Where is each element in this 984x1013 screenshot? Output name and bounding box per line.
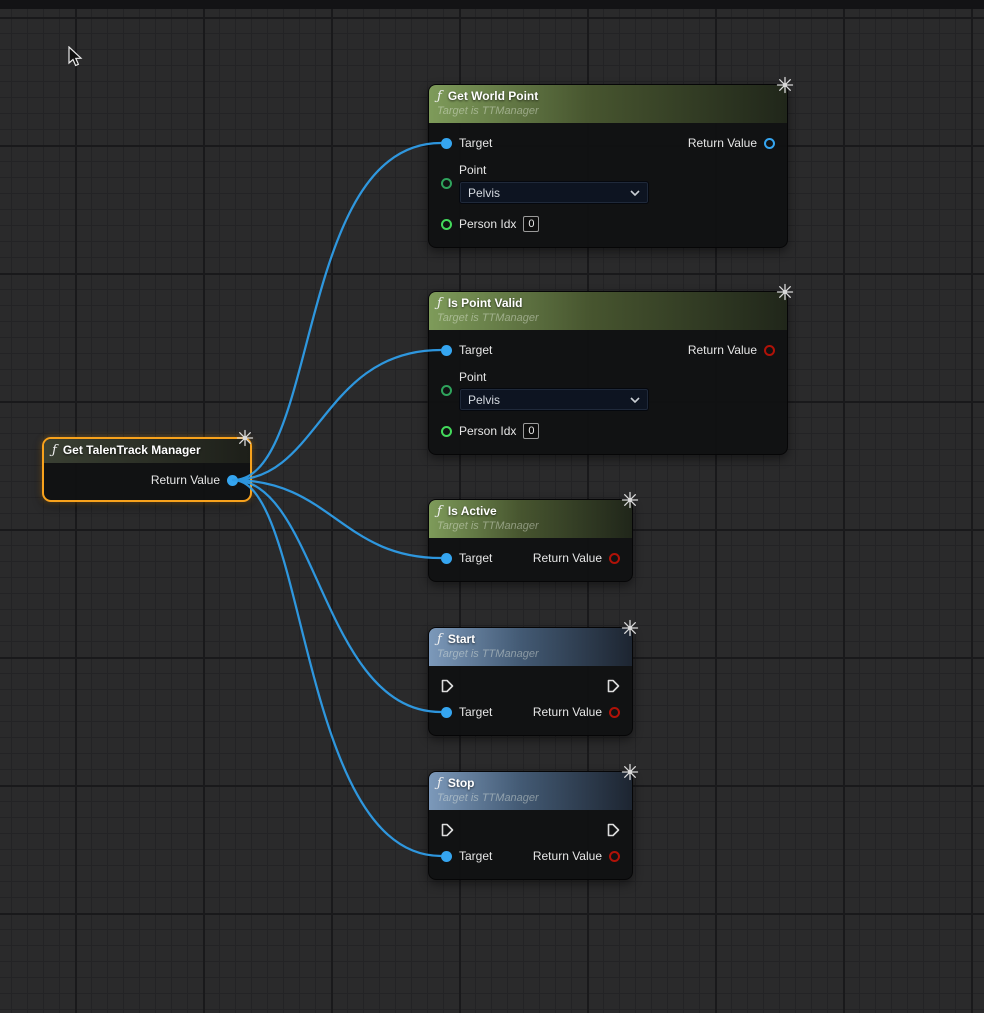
pin-row: Target Return Value	[429, 545, 632, 572]
node-title: Stop	[448, 776, 475, 791]
node-get-world-point[interactable]: ƒ Get World Point Target is TTManager Ta…	[428, 84, 788, 248]
return-value-pin-label: Return Value	[688, 343, 757, 358]
node-header[interactable]: ƒ Is Active Target is TTManager	[429, 500, 632, 538]
node-title: Get World Point	[448, 89, 538, 104]
pin-row: Target Return Value	[429, 130, 787, 157]
point-enum-dropdown[interactable]: Pelvis	[459, 181, 649, 204]
return-value-pin-label: Return Value	[533, 551, 602, 566]
node-header[interactable]: ƒ Stop Target is TTManager	[429, 772, 632, 810]
point-enum-value: Pelvis	[468, 393, 500, 407]
function-icon: ƒ	[437, 296, 442, 311]
node-subtitle: Target is TTManager	[437, 647, 624, 661]
pin-row: Target Return Value	[429, 337, 787, 364]
chevron-down-icon	[630, 397, 640, 403]
node-header[interactable]: ƒ Get World Point Target is TTManager	[429, 85, 787, 123]
target-input-pin[interactable]	[441, 553, 452, 564]
viewport-top-edge	[0, 0, 984, 9]
exec-row	[429, 817, 632, 843]
node-get-talentrack-manager[interactable]: ƒ Get TalenTrack Manager Return Value	[42, 437, 252, 502]
target-input-pin[interactable]	[441, 707, 452, 718]
node-subtitle: Target is TTManager	[437, 519, 624, 533]
exec-input-pin[interactable]	[441, 823, 454, 837]
pin-row: Person Idx 0	[429, 417, 787, 445]
return-value-pin-label: Return Value	[688, 136, 757, 151]
target-pin-label: Target	[459, 343, 492, 358]
person-idx-input[interactable]: 0	[523, 216, 539, 232]
point-input-pin[interactable]	[441, 178, 452, 189]
wire-manager-to-is-active[interactable]	[233, 480, 441, 558]
pin-row: Target Return Value	[429, 699, 632, 726]
point-pin-label: Point	[459, 163, 649, 178]
target-pin-label: Target	[459, 705, 492, 720]
node-badge-icon	[776, 283, 794, 301]
node-badge-icon	[776, 76, 794, 94]
node-is-active[interactable]: ƒ Is Active Target is TTManager Target R…	[428, 499, 633, 582]
person-idx-input-pin[interactable]	[441, 219, 452, 230]
node-header[interactable]: ƒ Start Target is TTManager	[429, 628, 632, 666]
target-input-pin[interactable]	[441, 138, 452, 149]
function-icon: ƒ	[52, 443, 57, 458]
return-value-output-pin[interactable]	[227, 475, 238, 486]
node-badge-icon	[236, 429, 254, 447]
node-subtitle: Target is TTManager	[437, 104, 779, 118]
pin-row: Return Value	[44, 467, 250, 494]
function-icon: ƒ	[437, 776, 442, 791]
exec-output-pin[interactable]	[607, 679, 620, 693]
exec-input-pin[interactable]	[441, 679, 454, 693]
chevron-down-icon	[630, 190, 640, 196]
function-icon: ƒ	[437, 89, 442, 104]
blueprint-graph-canvas[interactable]: ƒ Get World Point Target is TTManager Ta…	[0, 0, 984, 1013]
node-subtitle: Target is TTManager	[437, 311, 779, 325]
target-input-pin[interactable]	[441, 345, 452, 356]
wire-manager-to-is-point-valid[interactable]	[233, 350, 441, 480]
point-input-pin[interactable]	[441, 385, 452, 396]
target-pin-label: Target	[459, 136, 492, 151]
point-enum-dropdown[interactable]: Pelvis	[459, 388, 649, 411]
node-badge-icon	[621, 619, 639, 637]
point-enum-value: Pelvis	[468, 186, 500, 200]
exec-row	[429, 673, 632, 699]
function-icon: ƒ	[437, 504, 442, 519]
node-title: Is Active	[448, 504, 497, 519]
person-idx-pin-label: Person Idx	[459, 424, 516, 439]
return-value-output-pin[interactable]	[609, 851, 620, 862]
wire-manager-to-start[interactable]	[233, 480, 441, 712]
return-value-output-pin[interactable]	[609, 553, 620, 564]
person-idx-input-pin[interactable]	[441, 426, 452, 437]
person-idx-input[interactable]: 0	[523, 423, 539, 439]
node-is-point-valid[interactable]: ƒ Is Point Valid Target is TTManager Tar…	[428, 291, 788, 455]
node-title: Start	[448, 632, 475, 647]
return-value-output-pin[interactable]	[764, 345, 775, 356]
return-value-pin-label: Return Value	[151, 473, 220, 488]
node-badge-icon	[621, 491, 639, 509]
node-start[interactable]: ƒ Start Target is TTManager Target Retur…	[428, 627, 633, 736]
wire-manager-to-stop[interactable]	[233, 480, 441, 856]
pin-row: Point Pelvis	[429, 364, 787, 417]
node-header[interactable]: ƒ Get TalenTrack Manager	[44, 439, 250, 463]
node-header[interactable]: ƒ Is Point Valid Target is TTManager	[429, 292, 787, 330]
pin-row: Point Pelvis	[429, 157, 787, 210]
target-pin-label: Target	[459, 849, 492, 864]
function-icon: ƒ	[437, 632, 442, 647]
pin-row: Person Idx 0	[429, 210, 787, 238]
node-title: Get TalenTrack Manager	[63, 443, 201, 458]
return-value-output-pin[interactable]	[609, 707, 620, 718]
node-stop[interactable]: ƒ Stop Target is TTManager Target Return…	[428, 771, 633, 880]
pin-row: Target Return Value	[429, 843, 632, 870]
target-input-pin[interactable]	[441, 851, 452, 862]
return-value-pin-label: Return Value	[533, 849, 602, 864]
point-pin-label: Point	[459, 370, 649, 385]
node-badge-icon	[621, 763, 639, 781]
node-subtitle: Target is TTManager	[437, 791, 624, 805]
return-value-output-pin[interactable]	[764, 138, 775, 149]
mouse-cursor	[68, 46, 84, 68]
person-idx-pin-label: Person Idx	[459, 217, 516, 232]
node-title: Is Point Valid	[448, 296, 523, 311]
wire-manager-to-get-world-point[interactable]	[233, 143, 441, 480]
exec-output-pin[interactable]	[607, 823, 620, 837]
return-value-pin-label: Return Value	[533, 705, 602, 720]
target-pin-label: Target	[459, 551, 492, 566]
